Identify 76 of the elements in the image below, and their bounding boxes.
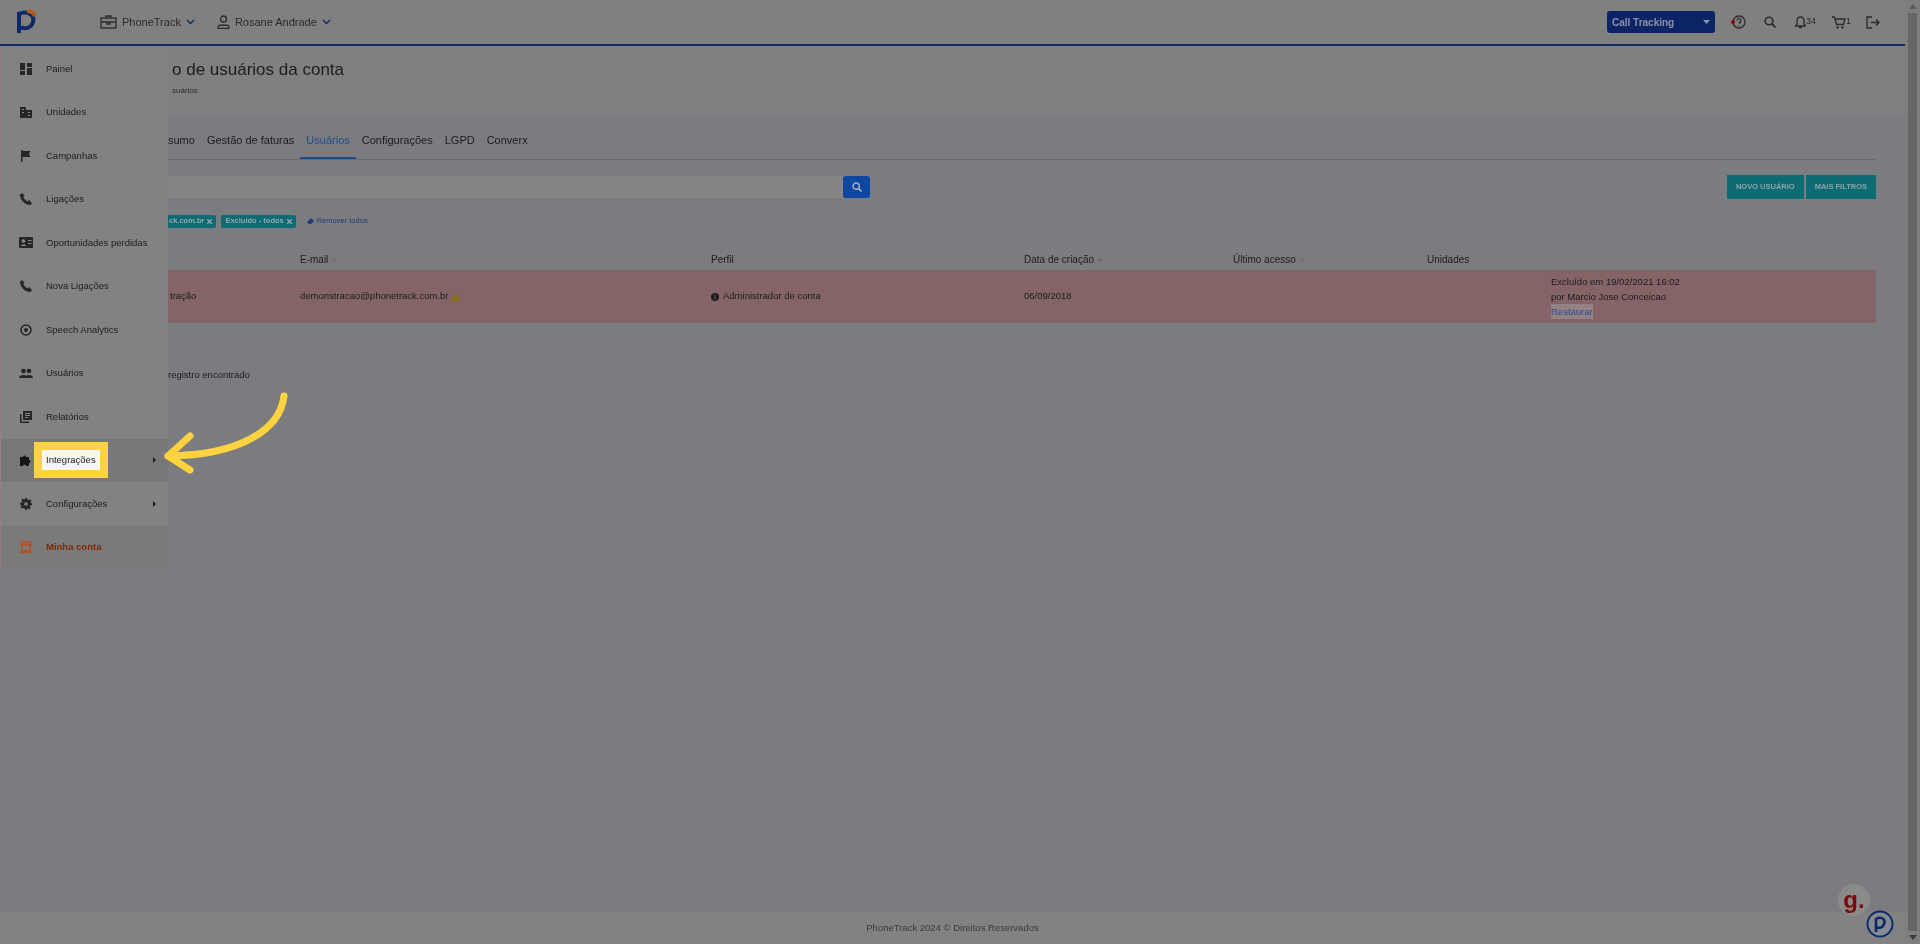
restore-link[interactable]: Restaurar (1551, 304, 1593, 319)
user-icon (216, 15, 230, 29)
phone-icon (20, 193, 32, 206)
table-cell: 06/09/2018 (1024, 289, 1072, 304)
sidebar-item[interactable]: Speech Analytics (46, 322, 119, 337)
target-circle-icon (20, 323, 32, 336)
table-cell: Administrador de conta (711, 289, 821, 304)
phone-icon (20, 280, 32, 293)
eraser-icon (306, 218, 314, 224)
cart-icon (1832, 15, 1846, 29)
caret-icon (1702, 20, 1710, 24)
cart-button[interactable]: 1 (1832, 15, 1851, 29)
close-icon (207, 218, 213, 224)
sidebar-item[interactable]: Nova Ligações (46, 279, 109, 294)
tab[interactable]: Converx (480, 131, 534, 159)
sidebar-item[interactable]: Configurações (46, 496, 108, 511)
breadcrumb: suários (172, 85, 199, 97)
documents-icon (20, 410, 32, 423)
sidebar-item[interactable]: Campanhas (46, 148, 98, 163)
building-icon (20, 106, 32, 119)
settings-icon (20, 497, 32, 510)
account-menu[interactable]: PhoneTrack (100, 13, 195, 31)
tab[interactable]: LGPD (438, 131, 481, 159)
bell-icon (1794, 15, 1806, 29)
sidebar-item[interactable]: Integrações (42, 450, 100, 471)
sidebar-item[interactable]: Painel (46, 61, 73, 76)
users-icon (19, 368, 33, 379)
chat-badge-icon[interactable]: g. (1838, 884, 1870, 916)
tab[interactable]: sumo (162, 131, 201, 159)
search-field[interactable] (168, 176, 843, 198)
tab[interactable]: Configurações (355, 131, 439, 159)
column-header[interactable]: Último acesso (1233, 251, 1305, 267)
sidebar-item[interactable]: Relatórios (46, 409, 89, 424)
sidebar-item[interactable]: Usuários (46, 366, 84, 381)
result-count: registro encontrado (168, 368, 251, 382)
deleted-by: por Marcio Jose Conceicao (1551, 290, 1667, 304)
table-cell: demonstracao@phonetrack.com.br (300, 289, 460, 304)
puzzle-icon (20, 454, 32, 467)
scroll-down-icon (1908, 935, 1917, 940)
sidebar-item[interactable]: Unidades (46, 105, 87, 120)
storefront-icon (20, 541, 32, 554)
tab[interactable]: Usuários (300, 131, 356, 159)
tab[interactable]: Gestão de faturas (200, 131, 301, 159)
notifications-button[interactable]: 34 (1794, 15, 1816, 29)
page-title: o de usuários da conta (172, 59, 345, 81)
user-menu[interactable]: Rosane Andrade (216, 13, 331, 31)
dashboard-icon (20, 62, 32, 75)
info-icon (711, 292, 719, 301)
logo-icon (16, 9, 38, 35)
deletion-info: Excluído em 19/02/2021 16:02 (1551, 275, 1680, 289)
logo-badge-icon[interactable] (1866, 910, 1894, 938)
table-cell: tração (170, 289, 197, 304)
logout-icon[interactable] (1866, 15, 1880, 29)
footer: PhoneTrack 2024 © Direitos Reservados (0, 912, 1905, 944)
column-header: Perfil (711, 252, 734, 267)
help-icon[interactable] (1729, 14, 1746, 30)
caret-right-icon (153, 457, 156, 464)
column-header[interactable]: E-mail (300, 251, 338, 267)
search-icon[interactable] (1763, 16, 1776, 28)
chevron-down-icon (185, 19, 195, 25)
close-icon (286, 218, 292, 224)
sidebar-item[interactable]: Oportunidades perdidas (46, 235, 148, 250)
sidebar-item[interactable]: Minha conta (46, 540, 102, 555)
scroll-up-icon (1908, 4, 1917, 9)
sidebar-item[interactable]: Ligações (46, 192, 85, 207)
scrollbar-thumb[interactable] (1908, 13, 1917, 931)
product-select[interactable]: Call Tracking (1606, 11, 1715, 33)
briefcase-icon (100, 15, 117, 29)
column-header[interactable]: Data de criação (1024, 251, 1104, 267)
search-icon (851, 182, 862, 192)
column-header: Unidades (1427, 252, 1470, 267)
caret-right-icon (153, 500, 156, 507)
search-button[interactable] (843, 176, 870, 198)
flag-icon (20, 149, 32, 162)
contact-card-icon (19, 237, 33, 249)
chevron-down-icon (321, 19, 331, 25)
